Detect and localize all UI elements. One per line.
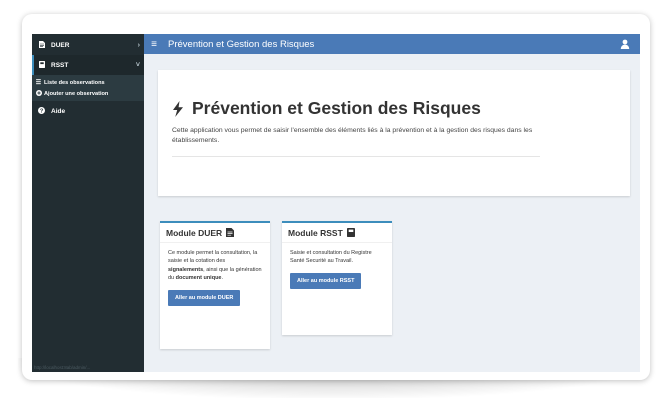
sidebar-submenu: ☰ Liste des observations Ajouter une obs… <box>32 75 144 101</box>
sidebar-subitem-liste-observations[interactable]: ☰ Liste des observations <box>32 77 144 88</box>
screenshot-frame: DUER › RSST ˅ ☰ Liste des observations A… <box>22 14 650 380</box>
sidebar-item-rsst[interactable]: RSST ˅ <box>32 55 144 75</box>
book-icon <box>37 60 46 70</box>
sidebar-item-aide[interactable]: ? Aide <box>32 101 144 121</box>
chevron-down-icon: ˅ <box>135 61 140 69</box>
card-text: Ce module permet la consultation, la sai… <box>168 250 258 265</box>
header-title: Prévention et Gestion des Risques <box>168 38 315 50</box>
goto-duer-button[interactable]: Aller au module DUER <box>168 289 241 307</box>
card-body: Saisie et consultation du Registre Santé… <box>282 243 392 295</box>
module-duer-card: Module DUER Ce module permet la consulta… <box>160 221 270 349</box>
sidebar-item-label: DUER <box>51 41 70 49</box>
plus-circle-icon <box>35 89 42 98</box>
divider <box>172 156 540 157</box>
list-icon: ☰ <box>35 80 42 86</box>
card-title-text: Module RSST <box>288 227 343 238</box>
file-icon <box>37 40 46 50</box>
intro-description: Cette application vous permet de saisir … <box>172 127 533 144</box>
sidebar-subitem-label: Ajouter une observation <box>44 90 109 97</box>
card-title: Module DUER <box>160 223 270 243</box>
sidebar-item-label: Aide <box>51 107 66 115</box>
card-body: Ce module permet la consultation, la sai… <box>160 243 270 312</box>
page-title: Prévention et Gestion des Risques <box>172 98 481 119</box>
card-text-bold: signalements <box>168 266 204 273</box>
user-icon[interactable] <box>620 39 630 49</box>
hamburger-menu-icon[interactable]: ≡ <box>146 39 162 50</box>
sidebar-item-label: RSST <box>51 61 69 69</box>
card-text: . <box>221 275 224 282</box>
bolt-icon <box>173 100 183 117</box>
sidebar-item-duer[interactable]: DUER › <box>32 35 144 55</box>
intro-panel: Prévention et Gestion des Risques Cette … <box>158 70 630 196</box>
card-text-bold: document unique <box>175 275 222 282</box>
top-header: ≡ Prévention et Gestion des Risques <box>144 34 640 54</box>
file-icon <box>226 228 235 237</box>
sidebar-subitem-label: Liste des observations <box>44 79 105 86</box>
card-text: Saisie et consultation du Registre Santé… <box>290 250 372 265</box>
module-rsst-card: Module RSST Saisie et consultation du Re… <box>282 221 392 335</box>
book-icon <box>346 228 355 237</box>
sidebar-subitem-ajouter-observation[interactable]: Ajouter une observation <box>32 88 144 99</box>
chevron-right-icon: › <box>137 41 140 49</box>
page-title-text: Prévention et Gestion des Risques <box>192 98 481 118</box>
question-icon: ? <box>37 106 46 116</box>
card-title-text: Module DUER <box>166 227 223 238</box>
card-title: Module RSST <box>282 223 392 243</box>
sidebar: DUER › RSST ˅ ☰ Liste des observations A… <box>32 34 144 372</box>
goto-rsst-button[interactable]: Aller au module RSST <box>290 272 362 290</box>
app-window: DUER › RSST ˅ ☰ Liste des observations A… <box>32 34 640 372</box>
status-url: http://localhost:8ab/admin/... <box>34 365 91 370</box>
